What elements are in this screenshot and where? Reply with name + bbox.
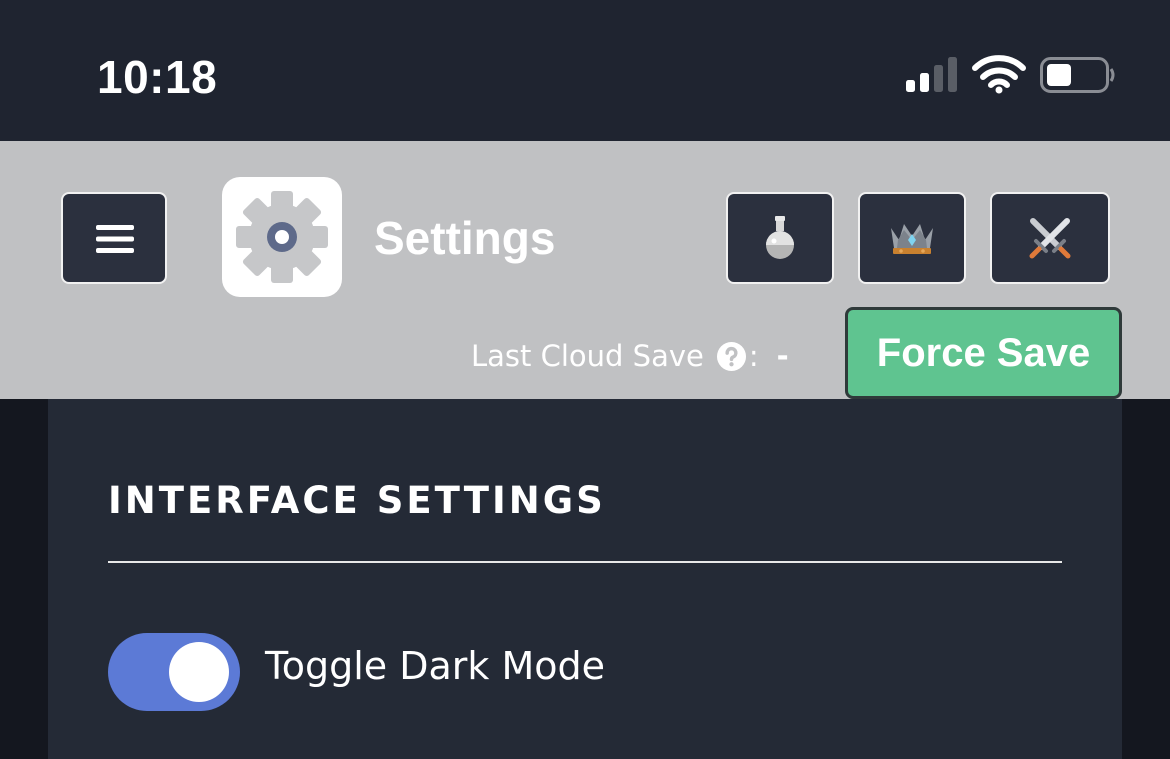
- cellular-signal-icon: [906, 57, 957, 92]
- crossed-swords-icon: [1029, 218, 1071, 259]
- cloud-save-value: -: [776, 339, 789, 373]
- settings-panel: INTERFACE SETTINGS Toggle Dark Mode: [48, 399, 1122, 759]
- last-cloud-save: Last Cloud Save : -: [471, 334, 789, 378]
- cloud-save-label: Last Cloud Save: [471, 339, 704, 373]
- dark-mode-label: Toggle Dark Mode: [265, 644, 606, 688]
- potion-flask-icon: [766, 216, 794, 259]
- cloud-save-colon: :: [748, 339, 759, 373]
- battle-button[interactable]: [990, 192, 1110, 284]
- potions-button[interactable]: [726, 192, 834, 284]
- section-divider: [108, 561, 1062, 563]
- settings-logo: [222, 177, 342, 297]
- crown-button[interactable]: [858, 192, 966, 284]
- crown-icon: [891, 224, 933, 254]
- status-time: 10:18: [97, 51, 218, 103]
- menu-button[interactable]: [61, 192, 167, 284]
- force-save-button[interactable]: Force Save: [845, 307, 1122, 399]
- wifi-icon: [972, 55, 1026, 94]
- dark-mode-toggle[interactable]: [108, 633, 240, 711]
- question-circle-icon[interactable]: [716, 341, 747, 372]
- status-bar: 10:18: [0, 0, 1170, 141]
- page-title: Settings: [374, 212, 556, 264]
- app-header: Settings Last Cloud Save: - Force Save: [0, 141, 1170, 399]
- gear-icon: [236, 191, 328, 283]
- battery-icon: [1040, 57, 1115, 93]
- section-title: INTERFACE SETTINGS: [108, 479, 606, 522]
- toggle-knob: [169, 642, 229, 702]
- hamburger-menu-icon: [96, 225, 134, 253]
